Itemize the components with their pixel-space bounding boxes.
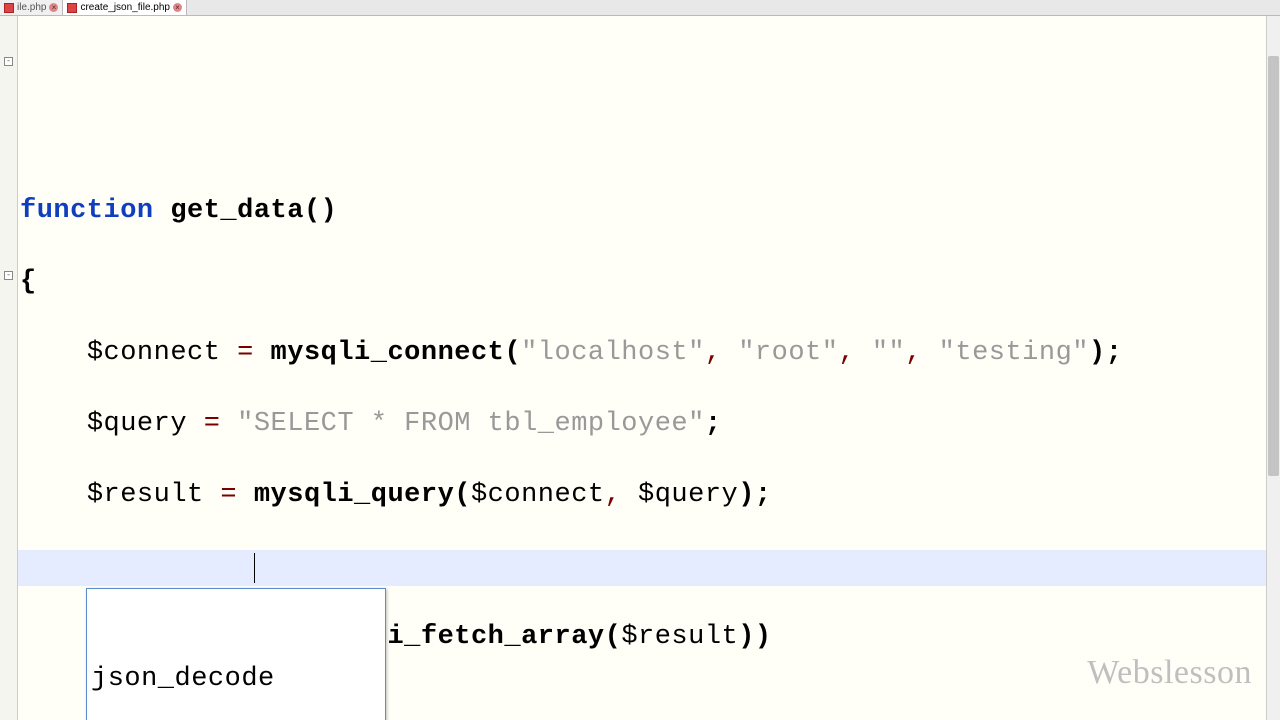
php-file-icon (4, 3, 14, 13)
code-line: $connect = mysqli_connect("localhost", "… (20, 336, 1280, 372)
fold-icon[interactable]: - (4, 271, 13, 280)
tab-label: ile.php (17, 2, 46, 13)
code-line: function get_data() (20, 194, 1280, 230)
tab-item-active[interactable]: create_json_file.php × (63, 0, 187, 15)
code-line: $query = "SELECT * FROM tbl_employee"; (20, 407, 1280, 443)
close-icon[interactable]: × (173, 3, 182, 12)
code-area[interactable]: function get_data() { $connect = mysqli_… (18, 16, 1280, 720)
code-line: { (20, 265, 1280, 301)
tab-item[interactable]: ile.php × (0, 0, 63, 15)
autocomplete-item[interactable]: json_decode (87, 661, 385, 697)
fold-icon[interactable]: - (4, 57, 13, 66)
close-icon[interactable]: × (49, 3, 58, 12)
current-line-highlight (18, 550, 1266, 586)
tab-label: create_json_file.php (80, 2, 170, 13)
text-cursor (254, 553, 255, 583)
fold-gutter: - - (0, 16, 18, 720)
autocomplete-popup[interactable]: json_decode json_encode json_last_error (86, 588, 386, 720)
code-line: $result = mysqli_query($connect, $query)… (20, 478, 1280, 514)
scrollbar-thumb[interactable] (1268, 56, 1279, 476)
code-editor[interactable]: - - function get_data() { $connect = mys… (0, 16, 1280, 720)
watermark: Webslesson (1087, 654, 1252, 692)
vertical-scrollbar[interactable] (1266, 16, 1280, 720)
tab-bar: ile.php × create_json_file.php × (0, 0, 1280, 16)
php-file-icon (67, 3, 77, 13)
